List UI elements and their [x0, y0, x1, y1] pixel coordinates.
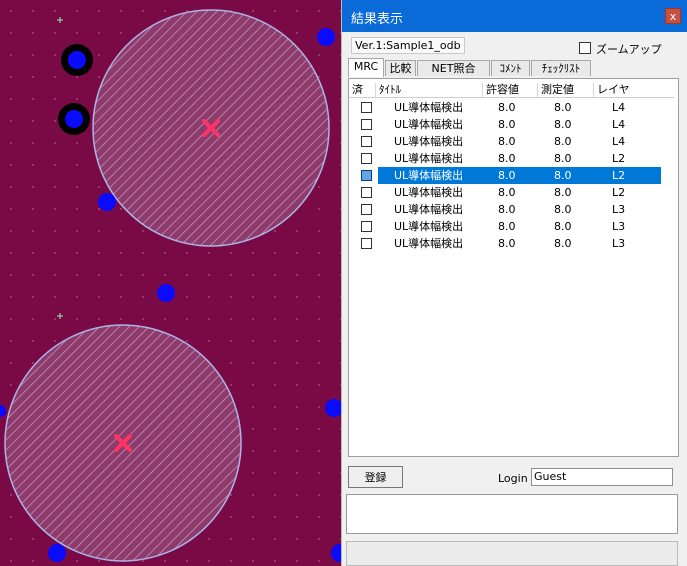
window-titlebar[interactable]: 結果表示 x: [342, 0, 687, 32]
done-checkbox[interactable]: [361, 204, 372, 215]
status-bar: [346, 541, 678, 566]
cell-layer: L3: [612, 237, 626, 250]
cell-measured: 8.0: [554, 237, 572, 250]
tab-checklist[interactable]: ﾁｪｯｸﾘｽﾄ: [531, 60, 591, 76]
cell-layer: L4: [612, 118, 626, 131]
column-header-title[interactable]: ﾀｲﾄﾙ: [376, 83, 483, 97]
version-label: Ver.1:Sample1_odb: [351, 37, 465, 54]
cell-measured: 8.0: [554, 152, 572, 165]
pcb-canvas[interactable]: [0, 0, 344, 566]
cell-title: UL導体幅検出: [394, 101, 464, 114]
tab-comment[interactable]: ｺﾒﾝﾄ: [491, 60, 530, 76]
cell-allowed: 8.0: [498, 237, 516, 250]
cell-title: UL導体幅検出: [394, 186, 464, 199]
cell-allowed: 8.0: [498, 220, 516, 233]
cell-allowed: 8.0: [498, 203, 516, 216]
cell-allowed: 8.0: [498, 169, 516, 182]
zoom-checkbox[interactable]: ズームアップ: [579, 41, 662, 57]
cell-measured: 8.0: [554, 135, 572, 148]
cell-title: UL導体幅検出: [394, 220, 464, 233]
cell-measured: 8.0: [554, 169, 572, 182]
cell-measured: 8.0: [554, 186, 572, 199]
cell-title: UL導体幅検出: [394, 169, 464, 182]
pad[interactable]: [48, 544, 66, 562]
cell-measured: 8.0: [554, 118, 572, 131]
table-row[interactable]: UL導体幅検出 8.0 8.0 L2: [349, 150, 674, 167]
done-checkbox[interactable]: [361, 170, 372, 181]
login-label: Login: [498, 472, 528, 485]
cell-allowed: 8.0: [498, 118, 516, 131]
cell-title: UL導体幅検出: [394, 152, 464, 165]
register-button[interactable]: 登録: [348, 466, 403, 488]
checkbox-icon[interactable]: [579, 42, 591, 54]
table-row[interactable]: UL導体幅検出 8.0 8.0 L2: [349, 167, 674, 184]
tab-net-check[interactable]: NET照合: [417, 60, 490, 76]
table-row[interactable]: UL導体幅検出 8.0 8.0 L3: [349, 218, 674, 235]
column-header-allowed[interactable]: 許容値: [483, 83, 538, 97]
cell-layer: L3: [612, 203, 626, 216]
via-pad[interactable]: [58, 103, 90, 135]
done-checkbox[interactable]: [361, 187, 372, 198]
cell-title: UL導体幅検出: [394, 237, 464, 250]
table-row[interactable]: UL導体幅検出 8.0 8.0 L4: [349, 116, 674, 133]
cell-title: UL導体幅検出: [394, 135, 464, 148]
table-row[interactable]: UL導体幅検出 8.0 8.0 L3: [349, 201, 674, 218]
done-checkbox[interactable]: [361, 221, 372, 232]
table-row[interactable]: UL導体幅検出 8.0 8.0 L4: [349, 99, 674, 116]
column-header-layer[interactable]: レイヤ: [594, 83, 661, 97]
table-row[interactable]: UL導体幅検出 8.0 8.0 L4: [349, 133, 674, 150]
column-header-measured[interactable]: 測定値: [538, 83, 594, 97]
cell-allowed: 8.0: [498, 186, 516, 199]
done-checkbox[interactable]: [361, 102, 372, 113]
result-list[interactable]: 済 ﾀｲﾄﾙ 許容値 測定値 レイヤ UL導体幅検出 8.0 8.0 L4 UL導体幅検…: [348, 78, 679, 457]
cell-layer: L4: [612, 101, 626, 114]
cell-title: UL導体幅検出: [394, 118, 464, 131]
message-box[interactable]: [346, 494, 678, 534]
table-row[interactable]: UL導体幅検出 8.0 8.0 L2: [349, 184, 674, 201]
cell-measured: 8.0: [554, 101, 572, 114]
via-pad[interactable]: [61, 44, 93, 76]
pad[interactable]: [98, 193, 116, 211]
tab-compare[interactable]: 比較: [385, 60, 416, 76]
done-checkbox[interactable]: [361, 238, 372, 249]
cell-layer: L3: [612, 220, 626, 233]
tab-mrc[interactable]: MRC: [348, 58, 384, 77]
cell-measured: 8.0: [554, 220, 572, 233]
zoom-label: ズームアップ: [596, 43, 662, 56]
cell-allowed: 8.0: [498, 101, 516, 114]
cell-layer: L2: [612, 169, 626, 182]
column-header-done[interactable]: 済: [349, 83, 376, 97]
done-checkbox[interactable]: [361, 153, 372, 164]
login-field[interactable]: Guest: [531, 468, 673, 486]
done-checkbox[interactable]: [361, 136, 372, 147]
cell-measured: 8.0: [554, 203, 572, 216]
cell-layer: L2: [612, 152, 626, 165]
pad[interactable]: [157, 284, 175, 302]
result-window: 結果表示 x Ver.1:Sample1_odb ズームアップ MRC 比較 N…: [341, 0, 687, 566]
cell-allowed: 8.0: [498, 152, 516, 165]
pad[interactable]: [317, 28, 335, 46]
cell-title: UL導体幅検出: [394, 203, 464, 216]
close-icon[interactable]: x: [665, 8, 681, 24]
table-row[interactable]: UL導体幅検出 8.0 8.0 L3: [349, 235, 674, 252]
done-checkbox[interactable]: [361, 119, 372, 130]
list-header: 済 ﾀｲﾄﾙ 許容値 測定値 レイヤ: [349, 82, 674, 98]
cell-layer: L2: [612, 186, 626, 199]
window-title: 結果表示: [351, 12, 404, 27]
cell-allowed: 8.0: [498, 135, 516, 148]
cell-layer: L4: [612, 135, 626, 148]
